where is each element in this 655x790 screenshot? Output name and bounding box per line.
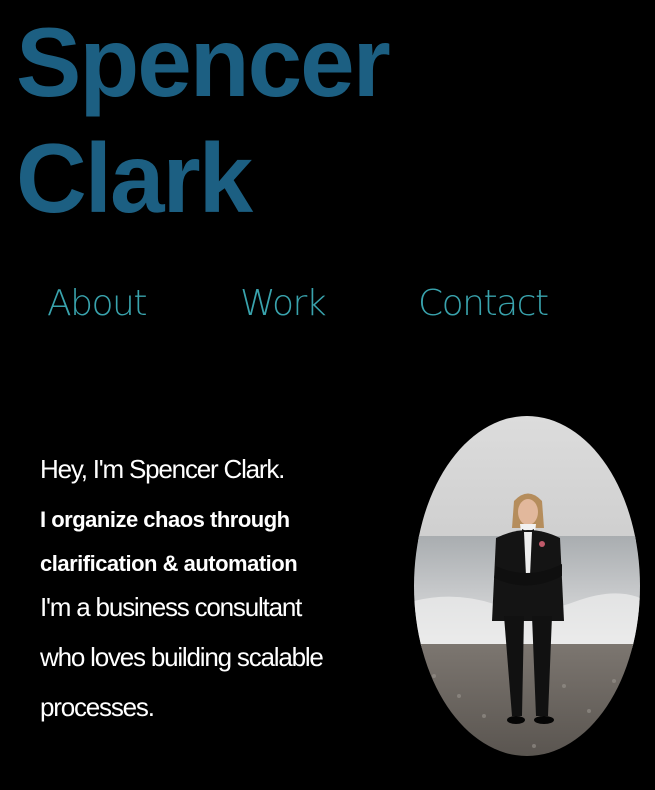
nav-link-about[interactable]: About <box>47 282 147 326</box>
site-title-first-name: Spencer <box>16 7 391 117</box>
intro-tagline: I organize chaos through clarification &… <box>40 498 400 586</box>
site-title: Spencer Clark <box>16 4 391 236</box>
nav-link-work[interactable]: Work <box>240 282 327 326</box>
intro-description-line-2: who loves building scalable <box>40 642 324 672</box>
intro-description: I'm a business consultant who loves buil… <box>40 582 400 732</box>
intro-description-line-1: I'm a business consultant <box>40 592 302 622</box>
page: Spencer Clark About Work Contact Hey, I'… <box>0 0 655 790</box>
site-title-last-name: Clark <box>16 123 253 233</box>
portrait-photo-icon <box>414 416 640 756</box>
intro-description-line-3: processes. <box>40 692 155 722</box>
profile-photo <box>414 416 640 756</box>
intro-section: Hey, I'm Spencer Clark. I organize chaos… <box>40 452 400 732</box>
main-nav: About Work Contact <box>0 282 655 330</box>
intro-greeting: Hey, I'm Spencer Clark. <box>40 454 285 484</box>
nav-link-contact[interactable]: Contact <box>418 282 549 326</box>
intro-tagline-line-2: clarification & automation <box>40 551 298 576</box>
intro-tagline-line-1: I organize chaos through <box>40 507 290 532</box>
